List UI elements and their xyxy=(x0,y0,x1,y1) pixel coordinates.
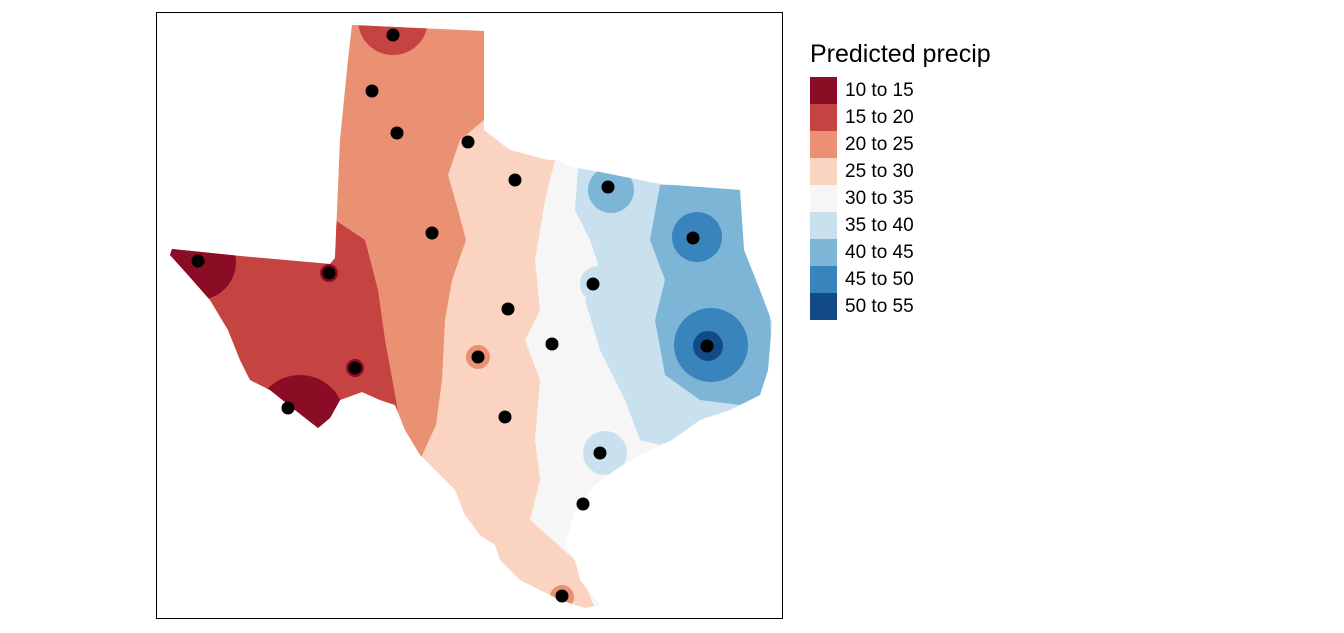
legend-item: 45 to 50 xyxy=(810,266,991,293)
legend-item: 15 to 20 xyxy=(810,104,991,131)
station-point xyxy=(461,135,475,149)
legend-item: 25 to 30 xyxy=(810,158,991,185)
legend-item: 50 to 55 xyxy=(810,293,991,320)
legend-label: 40 to 45 xyxy=(845,241,914,263)
station-point xyxy=(545,337,559,351)
legend-label: 30 to 35 xyxy=(845,187,914,209)
station-point xyxy=(281,401,295,415)
legend-title: Predicted precip xyxy=(810,40,991,68)
legend-label: 45 to 50 xyxy=(845,268,914,290)
legend-swatch xyxy=(810,239,837,266)
zone-15-20 xyxy=(170,220,405,608)
legend-item: 30 to 35 xyxy=(810,185,991,212)
legend-item: 20 to 25 xyxy=(810,131,991,158)
legend-swatch xyxy=(810,293,837,320)
station-point xyxy=(386,28,400,42)
legend-label: 20 to 25 xyxy=(845,133,914,155)
legend-label: 10 to 15 xyxy=(845,79,914,101)
station-point xyxy=(501,302,515,316)
station-point xyxy=(191,254,205,268)
legend-swatch xyxy=(810,104,837,131)
legend: Predicted precip 10 to 15 15 to 20 20 to 2… xyxy=(810,40,991,320)
legend-swatch xyxy=(810,212,837,239)
zone-10-15-southwest xyxy=(255,375,345,465)
station-point xyxy=(425,226,439,240)
station-point xyxy=(348,361,362,375)
legend-swatch xyxy=(810,266,837,293)
legend-label: 35 to 40 xyxy=(845,214,914,236)
legend-label: 50 to 55 xyxy=(845,295,914,317)
station-point xyxy=(471,350,485,364)
station-point xyxy=(576,497,590,511)
legend-item: 40 to 45 xyxy=(810,239,991,266)
station-point xyxy=(322,266,336,280)
legend-swatch xyxy=(810,77,837,104)
station-point xyxy=(555,589,569,603)
station-point xyxy=(390,126,404,140)
legend-swatch xyxy=(810,185,837,212)
station-point xyxy=(686,231,700,245)
station-point xyxy=(593,446,607,460)
station-point xyxy=(365,84,379,98)
station-point xyxy=(601,180,615,194)
station-point xyxy=(498,410,512,424)
legend-swatch xyxy=(810,131,837,158)
station-point xyxy=(508,173,522,187)
station-point xyxy=(586,277,600,291)
legend-label: 25 to 30 xyxy=(845,160,914,182)
legend-item: 10 to 15 xyxy=(810,77,991,104)
legend-item: 35 to 40 xyxy=(810,212,991,239)
station-point xyxy=(700,339,714,353)
precip-map xyxy=(170,25,772,608)
legend-swatch xyxy=(810,158,837,185)
legend-label: 15 to 20 xyxy=(845,106,914,128)
